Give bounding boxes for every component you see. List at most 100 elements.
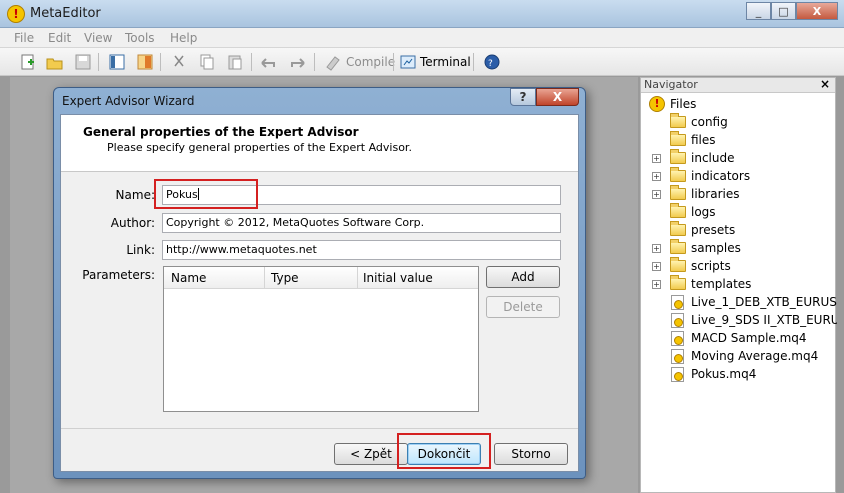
footer-separator bbox=[61, 428, 578, 429]
folder-icon bbox=[670, 131, 686, 146]
toolbox-toggle-button[interactable] bbox=[135, 52, 155, 72]
toolbar: Compile Terminal ? bbox=[0, 48, 844, 76]
link-field[interactable]: http://www.metaquotes.net bbox=[162, 240, 561, 260]
delete-button[interactable]: Delete bbox=[486, 296, 560, 318]
menu-tools[interactable]: Tools bbox=[125, 31, 155, 45]
link-label: Link: bbox=[126, 243, 155, 257]
highlight-box-finish-button bbox=[397, 433, 491, 469]
tree-folder-item[interactable]: + samples bbox=[641, 239, 837, 257]
expand-icon[interactable]: + bbox=[652, 172, 661, 181]
navigator-title: Navigator bbox=[644, 78, 698, 91]
compile-icon bbox=[326, 56, 340, 71]
expand-icon[interactable]: + bbox=[652, 262, 661, 271]
svg-text:?: ? bbox=[488, 59, 493, 69]
tree-folder-item[interactable]: + include bbox=[641, 149, 837, 167]
minimize-button[interactable]: _ bbox=[746, 2, 771, 20]
toolbar-separator bbox=[160, 53, 161, 71]
tree-file-item[interactable]: MACD Sample.mq4 bbox=[641, 329, 837, 347]
paste-icon bbox=[228, 55, 242, 70]
menu-view[interactable]: View bbox=[84, 31, 112, 45]
expand-icon[interactable]: + bbox=[652, 154, 661, 163]
redo-icon bbox=[291, 58, 305, 68]
tree-folder-item[interactable]: + indicators bbox=[641, 167, 837, 185]
save-button[interactable] bbox=[73, 52, 93, 72]
tree-file-item[interactable]: Live_1_DEB_XTB_EURUSD.r bbox=[641, 293, 837, 311]
navigator-close-button[interactable]: × bbox=[820, 77, 830, 91]
parameters-table[interactable]: Name Type Initial value bbox=[163, 266, 479, 412]
tree-folder-item[interactable]: + libraries bbox=[641, 185, 837, 203]
copy-button[interactable] bbox=[197, 52, 217, 72]
cancel-button[interactable]: Storno bbox=[494, 443, 568, 465]
compile-button[interactable]: Compile bbox=[346, 55, 395, 69]
column-header-name[interactable]: Name bbox=[171, 271, 206, 285]
title-bar: ! MetaEditor _ □ X bbox=[0, 0, 844, 28]
redo-button[interactable] bbox=[287, 52, 307, 72]
new-file-button[interactable] bbox=[18, 52, 38, 72]
navigator-toggle-button[interactable] bbox=[107, 52, 127, 72]
menu-edit[interactable]: Edit bbox=[48, 31, 71, 45]
help-button[interactable]: ? bbox=[482, 52, 502, 72]
expand-icon[interactable]: + bbox=[652, 244, 661, 253]
toolbar-separator bbox=[473, 53, 474, 71]
paste-button[interactable] bbox=[225, 52, 245, 72]
folder-icon bbox=[670, 221, 686, 236]
highlight-box-name-field bbox=[154, 179, 258, 209]
tree-item-label: scripts bbox=[691, 259, 731, 273]
tree-item-label: files bbox=[691, 133, 716, 147]
author-field[interactable]: Copyright © 2012, MetaQuotes Software Co… bbox=[162, 213, 561, 233]
open-button[interactable] bbox=[45, 52, 65, 72]
terminal-icon-button[interactable] bbox=[398, 52, 418, 72]
dialog-help-button[interactable]: ? bbox=[510, 88, 536, 106]
folder-icon bbox=[670, 113, 686, 128]
tree-item-label: Live_9_SDS II_XTB_EURUSD bbox=[691, 313, 837, 327]
column-divider bbox=[357, 267, 358, 288]
app-title: MetaEditor bbox=[30, 6, 101, 21]
folder-icon bbox=[670, 149, 686, 164]
menu-bar: File Edit View Tools Help bbox=[0, 28, 844, 48]
tree-folder-item[interactable]: presets bbox=[641, 221, 837, 239]
tree-item-label: presets bbox=[691, 223, 736, 237]
menu-help[interactable]: Help bbox=[170, 31, 197, 45]
column-header-type[interactable]: Type bbox=[271, 271, 299, 285]
expert-advisor-wizard-dialog: Expert Advisor Wizard ? X General proper… bbox=[53, 87, 586, 479]
folder-icon bbox=[670, 185, 686, 200]
expand-icon[interactable]: + bbox=[652, 190, 661, 199]
cut-button[interactable] bbox=[169, 52, 189, 72]
tree-folder-item[interactable]: + scripts bbox=[641, 257, 837, 275]
wizard-header-title: General properties of the Expert Advisor bbox=[83, 125, 359, 139]
undo-button[interactable] bbox=[259, 52, 279, 72]
dialog-close-button[interactable]: X bbox=[536, 88, 579, 106]
tree-item-label: Pokus.mq4 bbox=[691, 367, 757, 381]
folder-icon bbox=[670, 167, 686, 182]
terminal-icon bbox=[400, 55, 416, 69]
tree-item-label: Live_1_DEB_XTB_EURUSD.r bbox=[691, 295, 837, 309]
help-icon: ? bbox=[484, 54, 500, 70]
terminal-button[interactable]: Terminal bbox=[420, 55, 471, 69]
mq4-file-icon bbox=[671, 349, 684, 364]
tree-root-files[interactable]: ! Files bbox=[641, 95, 837, 113]
mq4-file-icon bbox=[671, 295, 684, 310]
tree-item-label: config bbox=[691, 115, 728, 129]
tree-folder-item[interactable]: files bbox=[641, 131, 837, 149]
menu-file[interactable]: File bbox=[14, 31, 34, 45]
wizard-header-subtitle: Please specify general properties of the… bbox=[107, 141, 412, 154]
tree-file-item[interactable]: Moving Average.mq4 bbox=[641, 347, 837, 365]
tree-folder-item[interactable]: + templates bbox=[641, 275, 837, 293]
tree-folder-item[interactable]: config bbox=[641, 113, 837, 131]
folder-icon bbox=[670, 239, 686, 254]
undo-icon bbox=[261, 58, 275, 68]
save-icon bbox=[75, 54, 91, 70]
tree-folder-item[interactable]: logs bbox=[641, 203, 837, 221]
mq4-file-icon bbox=[671, 367, 684, 382]
add-button[interactable]: Add bbox=[486, 266, 560, 288]
author-value: Copyright © 2012, MetaQuotes Software Co… bbox=[166, 216, 425, 229]
navigator-icon bbox=[109, 54, 125, 70]
tree-item-label: indicators bbox=[691, 169, 751, 183]
column-header-initial-value[interactable]: Initial value bbox=[363, 271, 433, 285]
compile-icon-button[interactable] bbox=[323, 52, 343, 72]
maximize-button[interactable]: □ bbox=[771, 2, 796, 20]
expand-icon[interactable]: + bbox=[652, 280, 661, 289]
tree-file-item[interactable]: Pokus.mq4 bbox=[641, 365, 837, 383]
tree-file-item[interactable]: Live_9_SDS II_XTB_EURUSD bbox=[641, 311, 837, 329]
close-button[interactable]: X bbox=[796, 2, 838, 20]
